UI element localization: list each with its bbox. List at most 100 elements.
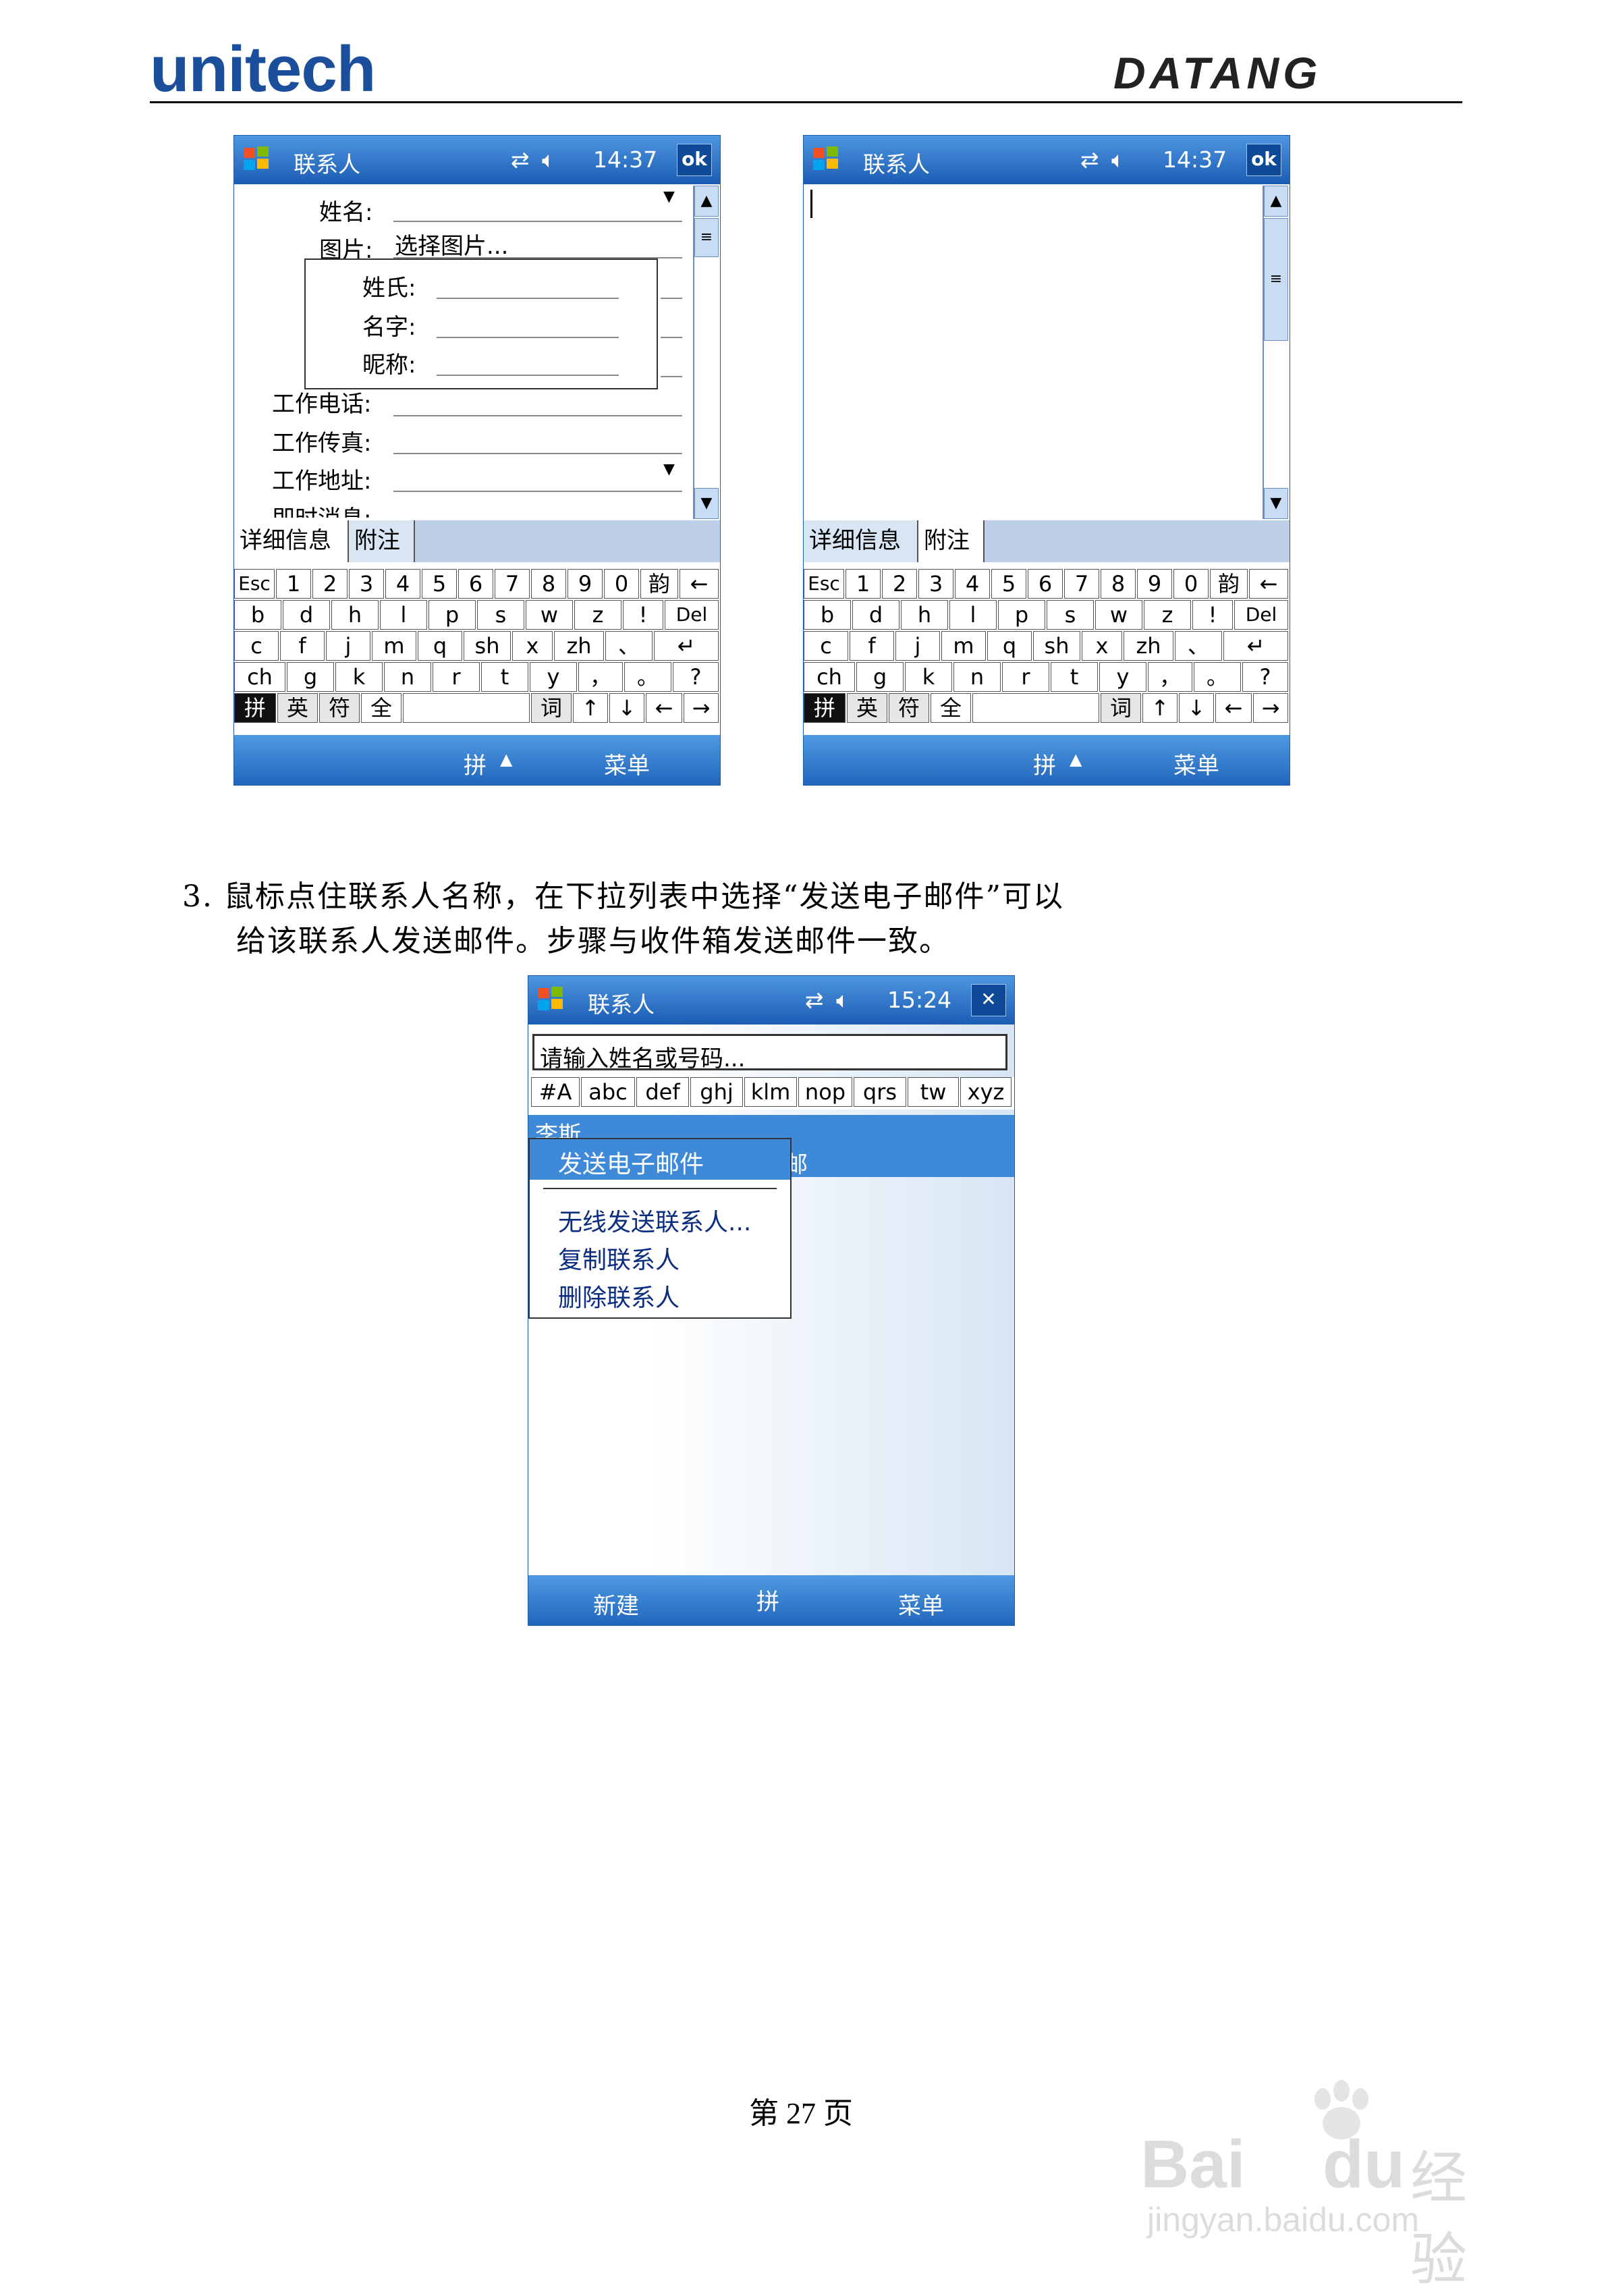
key[interactable]: ? (673, 662, 719, 692)
key[interactable]: f (850, 631, 894, 661)
key[interactable]: h (901, 600, 948, 630)
key[interactable]: 8 (1101, 569, 1136, 599)
english-mode-key[interactable]: 英 (277, 693, 318, 723)
close-button[interactable]: ✕ (971, 984, 1006, 1016)
key[interactable]: p (428, 600, 476, 630)
key[interactable]: ch (234, 662, 285, 692)
arrow-down-key[interactable]: ↓ (1179, 693, 1214, 723)
fullwidth-key[interactable]: 全 (931, 693, 971, 723)
key[interactable]: g (287, 662, 334, 692)
letter-tab-def[interactable]: def (636, 1077, 689, 1107)
arrow-down-key[interactable]: ↓ (609, 693, 644, 723)
key[interactable]: y (1099, 662, 1146, 692)
menu-button[interactable]: 菜单 (604, 747, 650, 780)
key[interactable]: n (953, 662, 1001, 692)
scroll-thumb[interactable]: ≡ (694, 218, 719, 257)
chevron-down-icon[interactable]: ▼ (663, 461, 675, 478)
key[interactable]: ， (1148, 662, 1192, 692)
key[interactable]: 4 (955, 569, 990, 599)
key[interactable]: d (852, 600, 899, 630)
key[interactable]: Esc (804, 569, 844, 599)
menu-button[interactable]: 菜单 (898, 1587, 944, 1620)
work-fax-input[interactable] (393, 453, 682, 454)
key[interactable]: w (1095, 600, 1142, 630)
clock[interactable]: 14:37 (1163, 146, 1227, 173)
key[interactable]: 5 (991, 569, 1026, 599)
volume-icon[interactable]: 🔈︎ (542, 146, 555, 173)
key[interactable]: 5 (422, 569, 457, 599)
volume-icon[interactable]: 🔈︎ (1111, 146, 1125, 173)
letter-tab-ghj[interactable]: ghj (690, 1077, 743, 1107)
space-key[interactable] (972, 693, 1099, 723)
arrow-left-key[interactable]: ← (1215, 693, 1252, 723)
key[interactable]: 2 (312, 569, 348, 599)
menu-button[interactable]: 菜单 (1173, 747, 1219, 780)
key[interactable]: 0 (1173, 569, 1209, 599)
caret-up-icon[interactable]: ▲ (1070, 750, 1082, 769)
fullwidth-key[interactable]: 全 (361, 693, 402, 723)
key[interactable]: r (433, 662, 480, 692)
key[interactable]: r (1002, 662, 1049, 692)
key[interactable]: 0 (604, 569, 639, 599)
pinyin-mode-key[interactable]: 拼 (234, 693, 276, 723)
key[interactable]: 3 (918, 569, 953, 599)
key[interactable]: k (335, 662, 383, 692)
key[interactable]: 韵 (1210, 569, 1248, 599)
menu-item-beam-contact[interactable]: 无线发送联系人... (558, 1203, 751, 1238)
key[interactable]: h (331, 600, 379, 630)
key[interactable]: b (234, 600, 281, 630)
key[interactable]: y (530, 662, 577, 692)
letter-tab-klm[interactable]: klm (744, 1077, 797, 1107)
key[interactable]: zh (1124, 631, 1173, 661)
key[interactable]: ? (1242, 662, 1288, 692)
key[interactable]: 1 (846, 569, 881, 599)
connectivity-icon[interactable]: ⇄ (511, 146, 530, 173)
letter-tab-abc[interactable]: abc (581, 1077, 635, 1107)
letter-tab-qrs[interactable]: qrs (854, 1077, 906, 1107)
symbol-mode-key[interactable]: 符 (889, 693, 929, 723)
key[interactable]: ch (804, 662, 855, 692)
key[interactable]: ! (1192, 600, 1233, 630)
scroll-up-arrow[interactable]: ▲ (1264, 186, 1288, 217)
key[interactable]: zh (554, 631, 604, 661)
chevron-down-icon[interactable]: ▼ (663, 188, 675, 205)
pinyin-mode-key[interactable]: 拼 (804, 693, 846, 723)
scrollbar[interactable]: ▲ ≡ ▼ (1263, 186, 1288, 519)
key[interactable]: x (512, 631, 553, 661)
input-method-button[interactable]: 拼 (1033, 747, 1056, 780)
key[interactable]: sh (464, 631, 511, 661)
key[interactable]: 、 (1175, 631, 1222, 661)
key[interactable]: t (481, 662, 528, 692)
tab-notes[interactable]: 附注 (918, 520, 985, 562)
windows-start-icon[interactable] (535, 984, 566, 1015)
search-input[interactable]: 请输入姓名或号码... (532, 1034, 1007, 1072)
key[interactable]: p (998, 600, 1045, 630)
key[interactable]: z (1144, 600, 1191, 630)
key[interactable]: 7 (1064, 569, 1099, 599)
arrow-up-key[interactable]: ↑ (573, 693, 608, 723)
windows-start-icon[interactable] (810, 144, 841, 175)
backspace-key[interactable]: ← (680, 569, 719, 599)
key[interactable]: 9 (567, 569, 603, 599)
enter-key[interactable]: ↵ (1223, 631, 1288, 661)
key[interactable]: 4 (385, 569, 420, 599)
connectivity-icon[interactable]: ⇄ (805, 987, 824, 1013)
letter-tab-number[interactable]: #A (531, 1077, 580, 1107)
arrow-right-key[interactable]: → (684, 693, 719, 723)
arrow-right-key[interactable]: → (1253, 693, 1288, 723)
key[interactable]: j (326, 631, 370, 661)
key[interactable]: c (234, 631, 279, 661)
letter-tab-nop[interactable]: nop (798, 1077, 852, 1107)
space-key[interactable] (403, 693, 530, 723)
caret-up-icon[interactable]: ▲ (500, 750, 512, 769)
tab-details[interactable]: 详细信息 (804, 520, 918, 562)
key[interactable]: t (1051, 662, 1098, 692)
input-method-button[interactable]: 拼 (756, 1583, 779, 1616)
english-mode-key[interactable]: 英 (847, 693, 887, 723)
key[interactable]: j (895, 631, 940, 661)
input-method-button[interactable]: 拼 (464, 747, 487, 780)
key[interactable]: b (804, 600, 851, 630)
key[interactable]: 2 (882, 569, 917, 599)
key[interactable]: 韵 (640, 569, 678, 599)
key[interactable]: l (949, 600, 997, 630)
